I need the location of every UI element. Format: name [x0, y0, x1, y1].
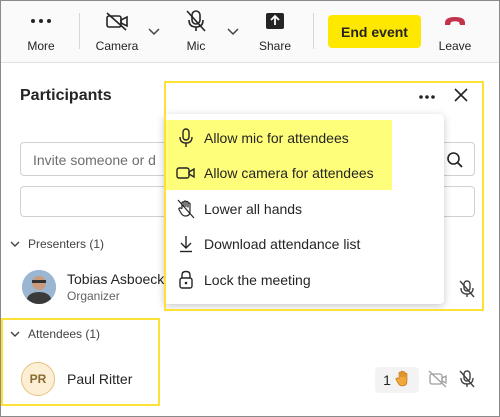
avatar: PR [21, 362, 55, 396]
invite-placeholder: Invite someone or d [33, 152, 156, 168]
share-label: Share [258, 39, 292, 53]
download-icon [176, 235, 196, 253]
more-icon [30, 7, 52, 35]
participants-options-menu: Allow mic for attendees Allow camera for… [164, 114, 444, 304]
video-camera-icon [176, 165, 196, 181]
chevron-down-icon [10, 327, 20, 341]
mic-off-icon [185, 7, 207, 35]
attendees-header-label: Attendees (1) [28, 327, 101, 341]
participant-mic-off-icon [458, 279, 476, 304]
meeting-toolbar: More Camera Mic Share End event Leave [1, 1, 499, 63]
chevron-down-icon [10, 237, 20, 251]
menu-item-label: Allow mic for attendees [204, 129, 349, 146]
toolbar-divider [79, 13, 80, 49]
raised-hand-count: 1 [383, 372, 391, 388]
close-icon[interactable] [452, 86, 470, 109]
video-off-icon [428, 370, 448, 393]
hand-lower-icon [176, 199, 196, 219]
mic-button[interactable]: Mic [166, 7, 226, 53]
search-icon[interactable] [446, 151, 464, 174]
raised-hand-badge: 1 [375, 367, 419, 393]
more-button[interactable]: More [11, 7, 71, 53]
mic-icon [176, 127, 196, 148]
leave-label: Leave [438, 39, 472, 53]
menu-item-label: Lower all hands [204, 200, 303, 217]
mic-label: Mic [186, 39, 206, 53]
participant-row-presenter[interactable]: Tobias Asboeck Organizer [22, 270, 164, 304]
menu-item-allow-mic[interactable]: Allow mic for attendees [164, 120, 392, 155]
menu-item-lock-meeting[interactable]: Lock the meeting [164, 262, 444, 297]
mic-options-chevron-icon[interactable] [227, 23, 239, 41]
panel-title: Participants [20, 87, 112, 104]
presenters-section-header[interactable]: Presenters (1) [10, 237, 104, 251]
menu-item-label: Download attendance list [204, 235, 361, 252]
participant-mic-off-icon [458, 369, 476, 394]
participant-name: Paul Ritter [67, 371, 133, 387]
menu-item-label: Lock the meeting [204, 271, 311, 288]
end-event-button[interactable]: End event [328, 15, 421, 48]
participant-role: Organizer [67, 289, 120, 303]
share-button[interactable]: Share [245, 7, 305, 53]
avatar [22, 270, 56, 304]
menu-item-allow-camera[interactable]: Allow camera for attendees [164, 155, 392, 190]
menu-item-lower-hands[interactable]: Lower all hands [164, 191, 444, 226]
leave-button[interactable]: Leave [425, 7, 485, 53]
menu-item-label: Allow camera for attendees [204, 164, 374, 181]
camera-label: Camera [95, 39, 139, 53]
hang-up-icon [443, 7, 467, 35]
more-label: More [27, 39, 55, 53]
participant-row-attendee[interactable]: PR Paul Ritter [21, 362, 132, 396]
attendees-section-header[interactable]: Attendees (1) [10, 327, 100, 341]
camera-options-chevron-icon[interactable] [148, 23, 160, 41]
camera-off-icon [105, 7, 129, 35]
raised-hand-icon [395, 370, 411, 391]
share-screen-icon [264, 7, 286, 35]
lock-icon [176, 270, 196, 290]
participant-name: Tobias Asboeck [67, 271, 165, 287]
menu-item-download-attendance[interactable]: Download attendance list [164, 226, 444, 261]
toolbar-divider [313, 13, 314, 49]
participants-more-options-icon[interactable] [418, 87, 436, 105]
camera-button[interactable]: Camera [87, 7, 147, 53]
presenters-header-label: Presenters (1) [28, 237, 105, 251]
